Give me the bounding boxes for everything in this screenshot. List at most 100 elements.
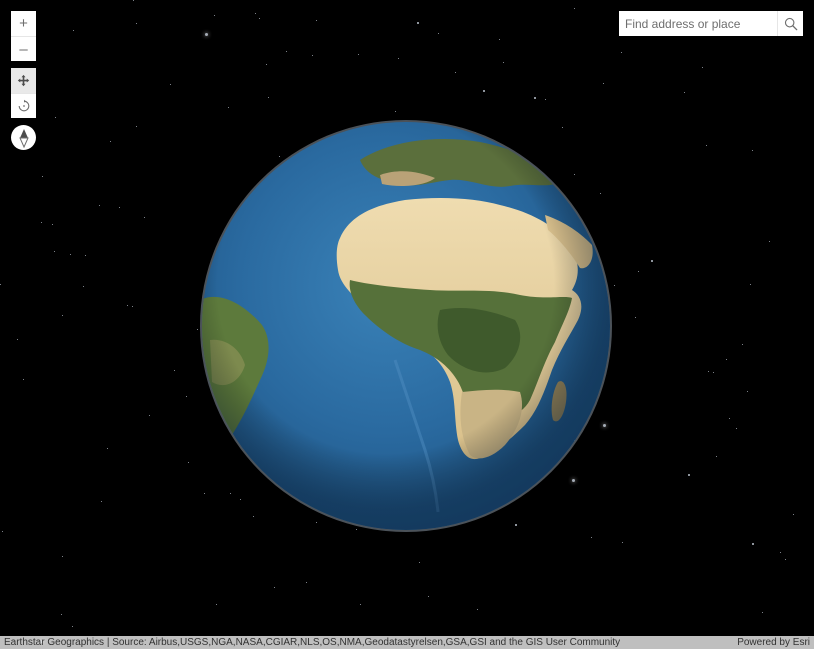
star <box>216 604 217 605</box>
star <box>107 448 108 449</box>
pan-button[interactable] <box>11 68 36 93</box>
star <box>259 18 260 19</box>
star <box>41 222 42 223</box>
star <box>752 543 754 545</box>
star <box>286 51 287 52</box>
zoom-control: + – <box>11 11 36 61</box>
star <box>793 514 794 515</box>
star <box>42 176 43 177</box>
star <box>785 559 786 560</box>
globe-imagery <box>200 120 612 532</box>
star <box>17 339 18 340</box>
star <box>73 30 74 31</box>
star <box>62 556 63 557</box>
star <box>747 391 748 392</box>
star <box>419 562 420 563</box>
scene-view[interactable]: + – Earth <box>0 0 814 649</box>
star <box>651 260 653 262</box>
star <box>101 501 102 502</box>
star <box>136 126 137 127</box>
star <box>266 64 267 65</box>
star <box>149 415 150 416</box>
star <box>119 207 120 208</box>
attribution-source[interactable]: Earthstar Geographics | Source: Airbus,U… <box>4 637 620 648</box>
star <box>2 531 3 532</box>
star <box>136 23 137 24</box>
star <box>0 284 1 285</box>
rotate-button[interactable] <box>11 93 36 118</box>
star <box>417 22 419 24</box>
star <box>72 626 73 627</box>
star <box>752 150 753 151</box>
star <box>499 39 500 40</box>
star <box>428 596 429 597</box>
star <box>762 612 763 613</box>
star <box>268 97 269 98</box>
star <box>83 286 84 287</box>
star <box>55 117 56 118</box>
star <box>205 33 208 36</box>
star <box>174 370 175 371</box>
star <box>306 582 307 583</box>
star <box>110 141 111 142</box>
star <box>99 205 100 206</box>
zoom-out-button[interactable]: – <box>11 36 36 61</box>
star <box>54 251 55 252</box>
star <box>750 284 751 285</box>
star <box>23 379 24 380</box>
star <box>188 462 189 463</box>
star <box>684 92 685 93</box>
rotate-icon <box>18 99 29 112</box>
star <box>713 372 714 373</box>
star <box>729 418 730 419</box>
star <box>316 20 317 21</box>
search-widget <box>619 11 803 36</box>
star <box>483 90 485 92</box>
star <box>170 84 171 85</box>
star <box>545 99 546 100</box>
star <box>228 107 229 108</box>
star <box>708 371 709 372</box>
star <box>702 67 703 68</box>
star <box>455 72 456 73</box>
compass-icon <box>18 128 29 148</box>
star <box>132 306 133 307</box>
star <box>736 428 737 429</box>
star <box>127 305 128 306</box>
star <box>716 456 717 457</box>
zoom-in-button[interactable]: + <box>11 11 36 36</box>
star <box>614 285 615 286</box>
star <box>52 224 53 225</box>
search-input[interactable] <box>619 11 777 36</box>
star <box>591 537 592 538</box>
attribution-bar: Earthstar Geographics | Source: Airbus,U… <box>0 636 814 649</box>
star <box>622 542 623 543</box>
star <box>688 474 690 476</box>
star <box>186 396 187 397</box>
star <box>635 317 636 318</box>
earth-globe[interactable] <box>200 120 612 532</box>
star <box>503 62 504 63</box>
star <box>214 15 215 16</box>
star <box>574 8 575 9</box>
star <box>395 111 396 112</box>
star <box>274 587 275 588</box>
star <box>360 604 361 605</box>
star <box>398 58 399 59</box>
star <box>197 329 198 330</box>
star <box>144 217 145 218</box>
star <box>780 552 781 553</box>
navigation-toggle <box>11 68 36 118</box>
pan-arrows-icon <box>17 74 30 87</box>
search-button[interactable] <box>777 11 803 36</box>
star <box>255 13 256 14</box>
star <box>133 0 134 1</box>
star <box>438 33 439 34</box>
star <box>706 145 707 146</box>
powered-by-link[interactable]: Powered by Esri <box>737 637 810 648</box>
star <box>621 52 622 53</box>
magnifier-icon <box>784 17 797 30</box>
star <box>638 271 639 272</box>
star <box>726 359 727 360</box>
compass-button[interactable] <box>11 125 36 150</box>
